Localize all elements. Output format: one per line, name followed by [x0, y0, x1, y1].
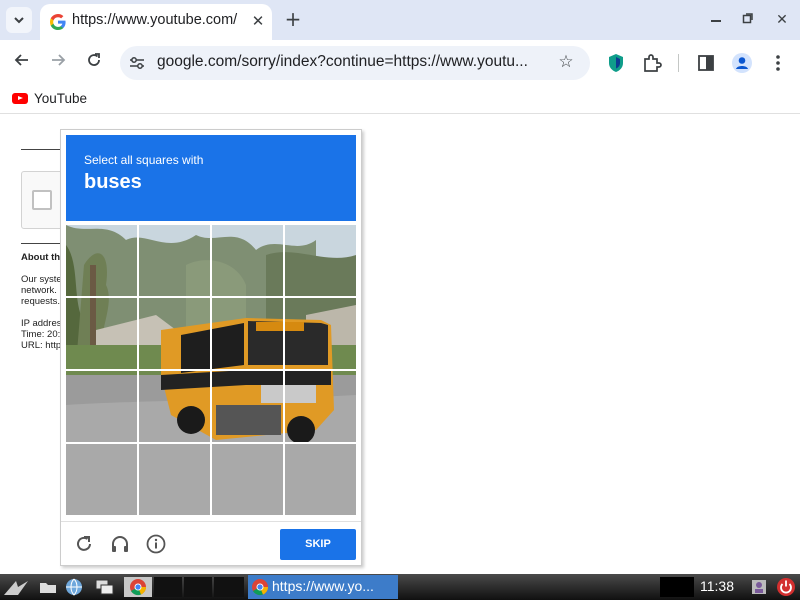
captcha-tile[interactable] — [285, 225, 356, 297]
page-text-line: requests. — [21, 296, 61, 307]
taskbar-window-chrome[interactable]: https://www.yo... — [248, 575, 398, 599]
taskbar-slot[interactable] — [214, 577, 244, 597]
captcha-tile[interactable] — [139, 371, 211, 443]
captcha-tile[interactable] — [66, 371, 138, 443]
taskbar-slot[interactable] — [154, 577, 182, 597]
bookmarks-bar: YouTube — [0, 86, 800, 114]
star-icon[interactable]: ☆ — [556, 52, 576, 72]
side-panel-icon[interactable] — [695, 52, 717, 74]
captcha-tile[interactable] — [139, 298, 211, 370]
extensions-icon[interactable] — [641, 52, 663, 74]
taskbar-slot[interactable] — [184, 577, 212, 597]
captcha-tile[interactable] — [212, 225, 284, 297]
chrome-launcher[interactable] — [124, 577, 152, 597]
captcha-tile[interactable] — [66, 225, 138, 297]
google-icon — [50, 14, 66, 30]
youtube-icon — [12, 93, 28, 104]
close-icon[interactable]: ✕ — [248, 11, 268, 31]
cpu-monitor — [660, 577, 694, 597]
captcha-tile[interactable] — [285, 371, 356, 443]
taskbar-window-label: https://www.yo... — [272, 578, 374, 594]
captcha-tile[interactable] — [212, 371, 284, 443]
captcha-image-grid — [66, 225, 356, 515]
captcha-target-object: buses — [84, 171, 142, 193]
captcha-tile[interactable] — [212, 444, 284, 515]
site-info-icon[interactable] — [129, 55, 145, 71]
bookmark-youtube[interactable]: YouTube — [12, 91, 87, 106]
clock[interactable]: 11:38 — [700, 578, 734, 594]
captcha-tile[interactable] — [66, 298, 138, 370]
page-text-line: Our syste — [21, 274, 62, 285]
menu-icon[interactable] — [767, 52, 789, 74]
about-heading: About th — [21, 252, 61, 263]
info-icon[interactable] — [145, 533, 167, 555]
captcha-tile[interactable] — [212, 298, 284, 370]
captcha-tile[interactable] — [285, 444, 356, 515]
chrome-icon — [130, 579, 147, 596]
shield-icon[interactable] — [605, 52, 627, 74]
captcha-header: Select all squares with buses — [66, 135, 356, 221]
restore-icon[interactable] — [738, 10, 758, 30]
recaptcha-checkbox[interactable] — [32, 190, 52, 210]
captcha-footer: SKIP — [61, 521, 361, 565]
file-manager-icon[interactable] — [38, 577, 58, 597]
skip-button[interactable]: SKIP — [280, 529, 356, 560]
browser-tab[interactable]: https://www.youtube.com/ ✕ — [40, 4, 272, 40]
page-text-line: Time: 20: — [21, 329, 61, 340]
reload-icon[interactable] — [83, 52, 105, 74]
close-window-icon[interactable]: ✕ — [772, 10, 792, 30]
tab-strip: https://www.youtube.com/ ✕ + ✕ — [0, 0, 800, 40]
profile-icon[interactable] — [731, 52, 753, 74]
captcha-challenge: Select all squares with buses SKIP — [60, 129, 362, 566]
network-icon[interactable] — [64, 577, 84, 597]
captcha-tile[interactable] — [285, 298, 356, 370]
address-bar[interactable]: google.com/sorry/index?continue=https://… — [120, 46, 590, 80]
captcha-tile[interactable] — [139, 225, 211, 297]
browser-toolbar: google.com/sorry/index?continue=https://… — [0, 40, 800, 86]
page-text-line: IP addres — [21, 318, 62, 329]
windows-icon[interactable] — [94, 577, 116, 597]
headphones-icon[interactable] — [109, 533, 131, 555]
tab-title: https://www.youtube.com/ — [72, 12, 238, 28]
refresh-icon[interactable] — [73, 533, 95, 555]
chrome-icon — [252, 579, 269, 596]
user-switch-icon[interactable] — [749, 577, 769, 597]
bookmark-label: YouTube — [34, 91, 88, 106]
page-text-line: URL: http — [21, 340, 62, 351]
back-icon[interactable] — [11, 52, 33, 74]
url-text[interactable]: google.com/sorry/index?continue=https://… — [157, 53, 550, 71]
captcha-instruction: Select all squares with — [84, 153, 204, 167]
captcha-tile[interactable] — [66, 444, 138, 515]
start-menu-icon[interactable] — [2, 577, 32, 597]
toolbar-divider — [678, 54, 679, 72]
minimize-icon[interactable] — [706, 10, 726, 30]
taskbar: https://www.yo... 11:38 — [0, 574, 800, 600]
forward-icon[interactable] — [47, 52, 69, 74]
page-text-line: network. — [21, 285, 57, 296]
plus-icon[interactable]: + — [282, 9, 304, 31]
power-icon[interactable] — [776, 577, 796, 597]
captcha-tile[interactable] — [139, 444, 211, 515]
tab-search-icon[interactable] — [6, 7, 32, 33]
